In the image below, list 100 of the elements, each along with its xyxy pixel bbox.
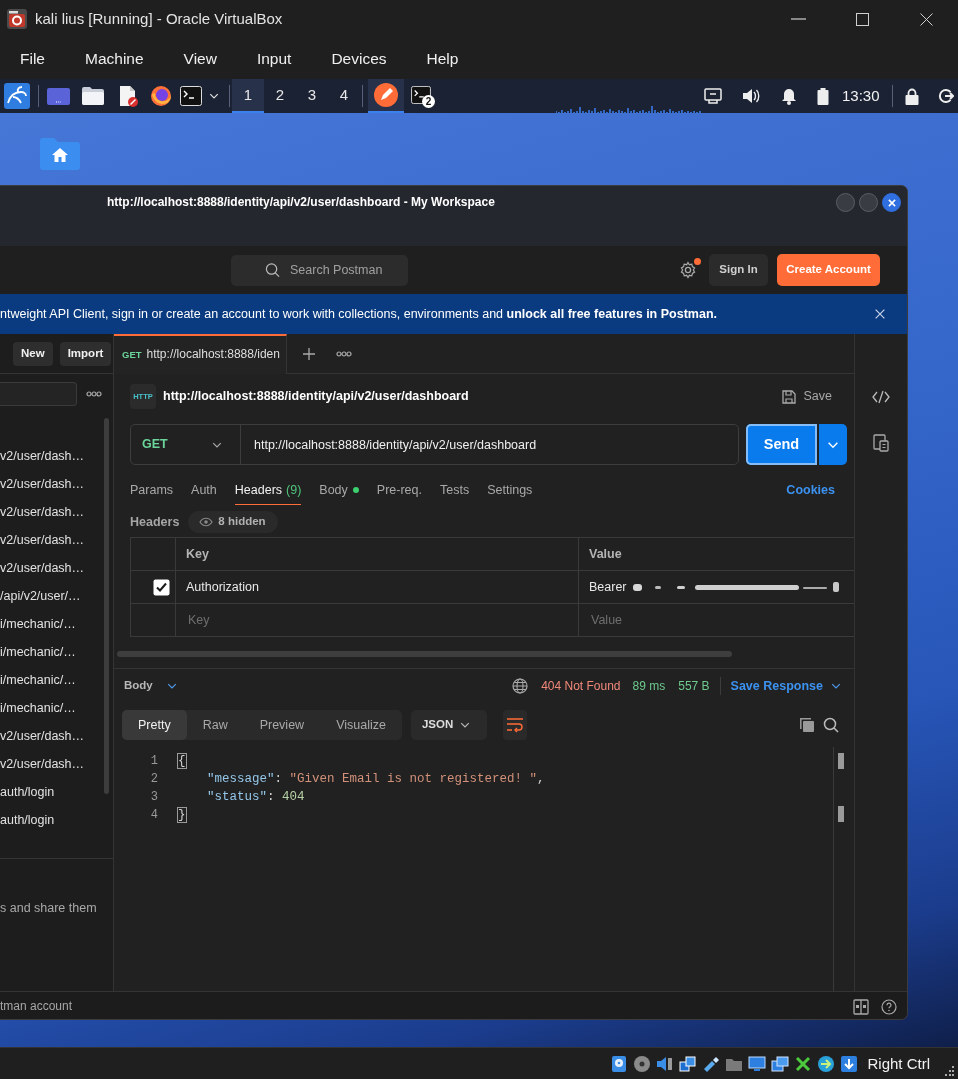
lock-icon[interactable] (904, 87, 919, 105)
workspace-button[interactable]: 4 (328, 79, 360, 113)
arrow-circle-icon[interactable] (816, 1053, 837, 1074)
document-icon[interactable] (873, 434, 889, 452)
save-response-button[interactable]: Save Response (730, 678, 842, 694)
sidebar-item[interactable]: auth/login (0, 806, 104, 834)
scroll-marker (838, 806, 844, 822)
more-icon[interactable] (335, 350, 352, 357)
menu-item[interactable]: File (0, 38, 65, 79)
request-tab[interactable]: Auth (191, 476, 217, 505)
overlapping-squares-icon[interactable] (678, 1053, 699, 1074)
close-banner-button[interactable] (873, 307, 887, 321)
help-icon[interactable] (881, 998, 897, 1015)
response-view-dropdown[interactable]: Body (124, 679, 178, 693)
sidebar-item[interactable]: v2/user/dash… (0, 498, 104, 526)
workspace-button[interactable]: 2 (264, 79, 296, 113)
value-input[interactable]: Value (589, 611, 844, 629)
sidebar-item[interactable]: /api/v2/user/… (0, 582, 104, 610)
request-tab[interactable]: GET http://localhost:8888/iden (114, 333, 287, 374)
sidebar-item[interactable]: v2/user/dash… (0, 442, 104, 470)
request-tab[interactable]: Pre-req. (376, 476, 422, 505)
count-badge: 2 (422, 95, 435, 108)
sidebar-item[interactable]: v2/user/dash… (0, 526, 104, 554)
logout-icon[interactable] (937, 88, 954, 104)
request-tab[interactable]: Body (319, 476, 359, 505)
menu-item[interactable]: View (163, 38, 237, 79)
sidebar-button[interactable]: Import (59, 341, 112, 366)
view-tab[interactable]: Visualize (320, 710, 402, 740)
column-header: Value (578, 537, 854, 571)
code-line: "message": "Given Email is not registered! ", (206, 771, 546, 788)
task-button[interactable]: 2 (406, 79, 436, 113)
key-input[interactable]: Key (186, 611, 568, 629)
home-folder-icon[interactable] (39, 137, 81, 171)
scroll-marker (838, 753, 844, 769)
request-tab[interactable]: Headers (9) (234, 476, 302, 505)
more-icon[interactable] (86, 391, 102, 397)
folder-icon[interactable] (82, 87, 104, 105)
menu-item[interactable]: Input (236, 38, 312, 79)
workspace-button[interactable]: 1 (232, 79, 264, 113)
request-tab[interactable]: Tests (440, 476, 470, 505)
dragon-logo-icon[interactable] (4, 83, 30, 109)
wrap-lines-button[interactable] (502, 710, 527, 740)
view-tab[interactable]: Pretty (122, 710, 187, 740)
plus-icon[interactable] (301, 346, 316, 361)
battery-icon[interactable] (817, 87, 829, 105)
search-icon[interactable] (823, 717, 839, 733)
sidebar-item[interactable]: v2/user/dash… (0, 470, 104, 498)
checkbox[interactable] (153, 578, 170, 596)
terminal-icon[interactable] (180, 86, 202, 106)
monitor-icon[interactable] (747, 1053, 768, 1074)
sidebar-item[interactable]: i/mechanic/… (0, 610, 104, 638)
sidebar-item[interactable]: i/mechanic/… (0, 694, 104, 722)
filter-field[interactable] (0, 382, 77, 406)
menu-item[interactable]: Machine (65, 38, 164, 79)
view-tab[interactable]: Raw (186, 710, 244, 740)
line-number: 2 (149, 771, 158, 788)
method-dropdown[interactable]: GET (131, 425, 241, 464)
request-tab[interactable]: Settings (487, 476, 533, 505)
cookies-link[interactable]: Cookies (786, 476, 835, 505)
sidebar-item[interactable]: auth/login (0, 778, 104, 806)
view-tab[interactable]: Preview (243, 710, 321, 740)
sidebar-item[interactable]: i/mechanic/… (0, 638, 104, 666)
globe-icon[interactable] (512, 678, 529, 694)
menu-item[interactable]: Help (406, 38, 479, 79)
search-input[interactable]: Search Postman (288, 261, 408, 279)
speaker-icon[interactable] (742, 88, 760, 104)
sidebar-item[interactable]: v2/user/dash… (0, 722, 104, 750)
disc-icon[interactable] (632, 1053, 653, 1074)
browser-icon[interactable] (150, 85, 172, 107)
sign-in-button[interactable]: Sign In (709, 254, 768, 286)
request-tab[interactable]: Params (130, 476, 174, 505)
send-button[interactable]: Send (746, 424, 817, 465)
save-button[interactable]: Save (780, 388, 832, 405)
workspace-button[interactable]: 3 (296, 79, 328, 113)
document-icon[interactable] (117, 85, 139, 107)
screen-icon[interactable] (704, 88, 722, 104)
code-icon[interactable] (872, 390, 890, 404)
menu-item[interactable]: Devices (311, 38, 407, 79)
resize-grip-icon[interactable] (945, 1065, 955, 1076)
key-field[interactable]: Key (175, 603, 579, 637)
search-field[interactable]: Search Postman (231, 254, 408, 286)
sidebar-item[interactable]: v2/user/dash… (0, 750, 104, 778)
url-bar[interactable]: GET http://localhost:8888/identity/api/v2/user/dashboard (130, 424, 739, 465)
window-title: http://localhost:8888/identity/api/v2/user/dashboard - My Workspace (107, 194, 495, 211)
task-button[interactable] (368, 79, 404, 113)
url-field[interactable]: http://localhost:8888/identity/api/v2/user/dashboard (241, 425, 738, 464)
hidden-headers-button[interactable]: 8 hidden (188, 511, 278, 533)
stacked-windows-icon[interactable] (770, 1053, 791, 1074)
sidebar-item[interactable]: v2/user/dash… (0, 554, 104, 582)
close-button[interactable] (882, 193, 901, 212)
two-pane-icon[interactable] (853, 998, 869, 1015)
format-dropdown[interactable]: JSON (410, 710, 487, 740)
settings-icon[interactable] (679, 261, 697, 279)
bell-icon[interactable] (781, 87, 797, 105)
line-number: 3 (149, 789, 158, 806)
sidebar-item[interactable]: i/mechanic/… (0, 666, 104, 694)
desktop-icon[interactable] (47, 87, 70, 105)
save-icon (780, 388, 797, 405)
sidebar-button[interactable]: New (13, 341, 53, 366)
copy-icon[interactable] (799, 717, 815, 733)
